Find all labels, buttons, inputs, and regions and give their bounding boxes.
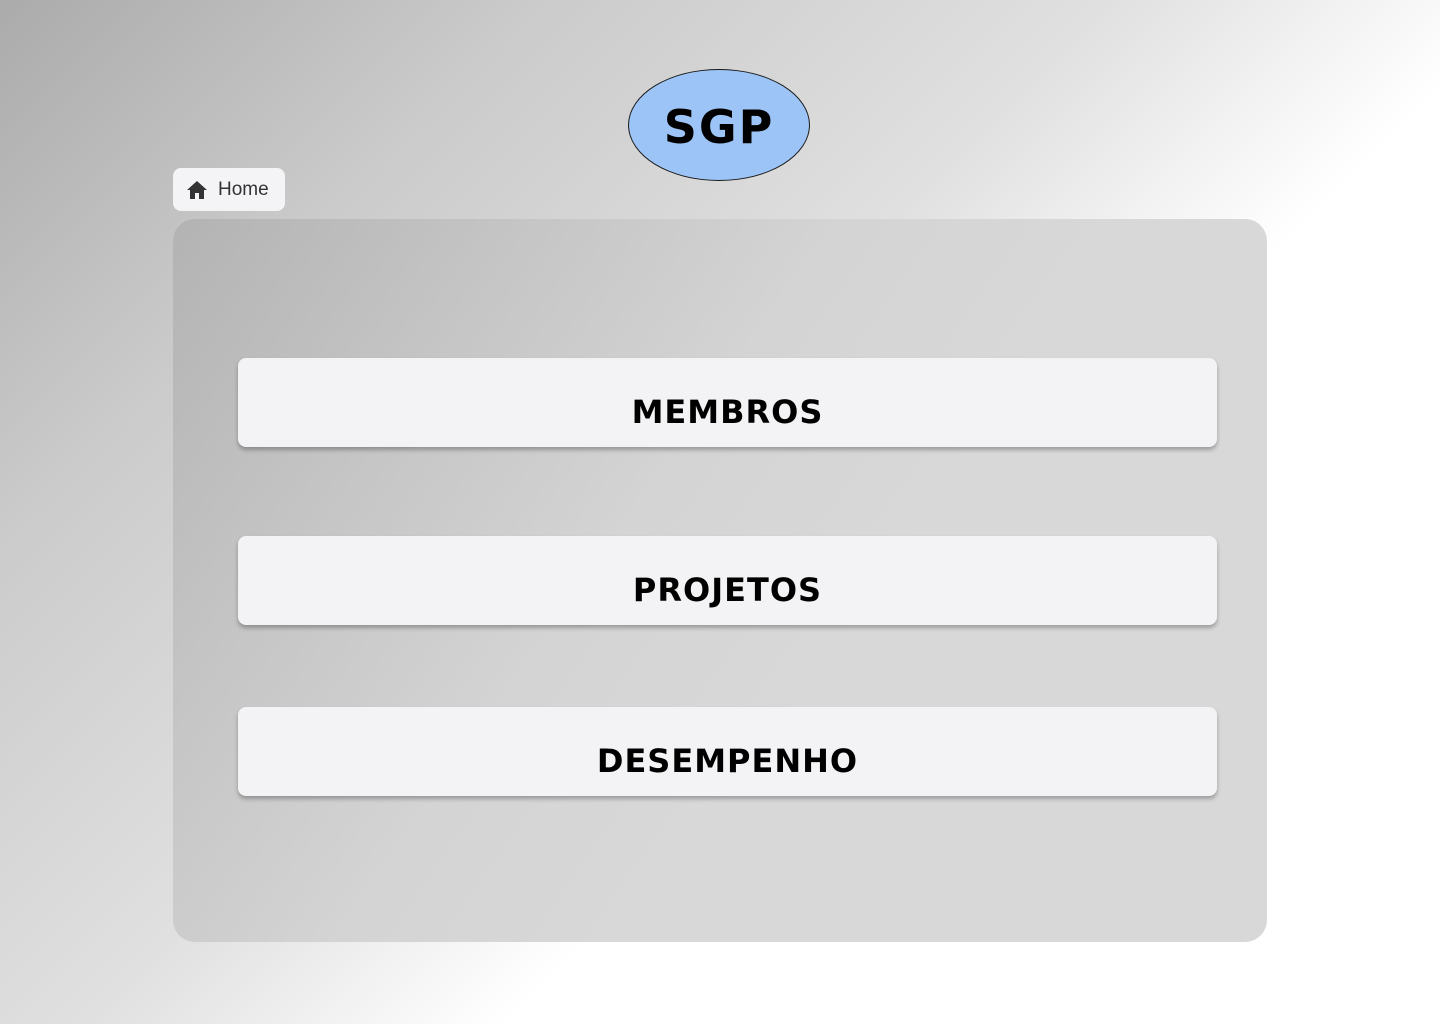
projetos-button[interactable]: PROJETOS [238,536,1217,625]
app-logo: SGP [628,69,810,181]
desempenho-button-label: DESEMPENHO [596,741,859,780]
membros-button-label: MEMBROS [631,392,824,431]
home-icon [185,178,209,202]
desempenho-button[interactable]: DESEMPENHO [238,707,1217,796]
projetos-button-label: PROJETOS [632,570,823,609]
membros-button[interactable]: MEMBROS [238,358,1217,447]
breadcrumb-home[interactable]: Home [173,168,285,211]
logo-text: SGP [663,100,775,154]
breadcrumb-home-label: Home [218,179,269,200]
